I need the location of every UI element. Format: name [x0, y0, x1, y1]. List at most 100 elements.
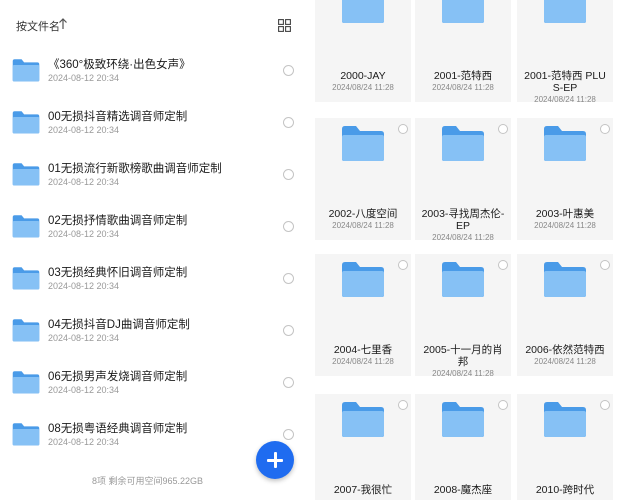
select-checkbox[interactable]: [498, 124, 508, 134]
select-checkbox[interactable]: [600, 400, 610, 410]
folder-date: 2024-08-12 20:34: [48, 333, 120, 343]
folder-name: S-EP: [552, 82, 578, 94]
folder-date: 2024-08-12 20:34: [48, 437, 120, 447]
folder-icon: [543, 400, 587, 438]
list-item[interactable]: 01无损流行新歌榜歌曲调音师定制 2024-08-12 20:34: [0, 152, 309, 204]
select-checkbox[interactable]: [283, 221, 294, 232]
folder-name: 02无损抒情歌曲调音师定制: [48, 215, 188, 227]
folder-name: 01无损流行新歌榜歌曲调音师定制: [48, 163, 222, 175]
folder-date: 2024/08/24 11:28: [432, 369, 494, 378]
folder-icon: [441, 400, 485, 438]
folder-icon: [341, 260, 385, 298]
folder-tile[interactable]: 2003-寻找周杰伦- EP 2024/08/24 11:28: [415, 118, 511, 242]
folder-date: 2024/08/24 11:28: [432, 83, 494, 92]
folder-name: 2010-跨时代: [535, 484, 595, 496]
select-checkbox[interactable]: [398, 260, 408, 270]
folder-name: 2006-依然范特西: [525, 344, 605, 356]
folder-date: 2024/08/24 11:28: [332, 357, 394, 366]
folder-date: 2024-08-12 20:34: [48, 73, 120, 83]
folder-date: 2024/08/24 11:28: [534, 221, 596, 230]
select-checkbox[interactable]: [283, 169, 294, 180]
folder-tile[interactable]: 2001-范特西 PLU S-EP 2024/08/24 11:28: [517, 0, 613, 104]
folder-name: 2004-七里香: [333, 344, 393, 356]
folder-date: 2024/08/24 11:28: [332, 83, 394, 92]
select-checkbox[interactable]: [283, 117, 294, 128]
folder-name: 2001-范特西 PLU: [524, 70, 606, 82]
select-checkbox[interactable]: [498, 400, 508, 410]
folder-name: 《360°极致环绕·出色女声》: [48, 59, 191, 71]
folder-icon: [441, 0, 485, 24]
folder-icon: [12, 266, 40, 290]
folder-tile[interactable]: 2000-JAY 2024/08/24 11:28: [315, 0, 411, 102]
grid-view-icon[interactable]: [278, 19, 291, 32]
folder-tile[interactable]: 2006-依然范特西 2024/08/24 11:28: [517, 254, 613, 376]
list-item[interactable]: 02无损抒情歌曲调音师定制 2024-08-12 20:34: [0, 204, 309, 256]
folder-icon: [12, 58, 40, 82]
folder-tile[interactable]: 2010-跨时代: [517, 394, 613, 500]
folder-date: 2024/08/24 11:28: [432, 233, 494, 242]
folder-tile[interactable]: 2002-八度空间 2024/08/24 11:28: [315, 118, 411, 240]
add-button[interactable]: [256, 441, 294, 479]
list-item[interactable]: 03无损经典怀旧调音师定制 2024-08-12 20:34: [0, 256, 309, 308]
select-checkbox[interactable]: [398, 400, 408, 410]
folder-name: 2007-我很忙: [333, 484, 393, 496]
folder-name: 06无损男声发烧调音师定制: [48, 371, 188, 383]
folder-tile[interactable]: 2007-我很忙: [315, 394, 411, 500]
folder-tile[interactable]: 2004-七里香 2024/08/24 11:28: [315, 254, 411, 376]
select-checkbox[interactable]: [283, 65, 294, 76]
select-checkbox[interactable]: [283, 377, 294, 388]
folder-name: 2003-寻找周杰伦-: [421, 208, 505, 220]
list-item[interactable]: 06无损男声发烧调音师定制 2024-08-12 20:34: [0, 360, 309, 412]
storage-status: 8项 剩余可用空间965.22GB: [92, 476, 204, 486]
folder-tile[interactable]: 2003-叶惠美 2024/08/24 11:28: [517, 118, 613, 240]
folder-tile[interactable]: 2001-范特西 2024/08/24 11:28: [415, 0, 511, 102]
sort-by-name-button[interactable]: 按文件名: [16, 18, 60, 34]
select-checkbox[interactable]: [600, 124, 610, 134]
folder-date: 2024-08-12 20:34: [48, 229, 120, 239]
file-list-pane: 按文件名 《360°极致环绕·出色女声》 2024-08-12 20:34 00无…: [0, 0, 309, 500]
folder-icon: [543, 124, 587, 162]
folder-icon: [441, 260, 485, 298]
plus-icon-stroke: [274, 452, 277, 468]
folder-icon: [341, 124, 385, 162]
folder-icon: [543, 260, 587, 298]
folder-icon: [12, 110, 40, 134]
folder-icon: [341, 400, 385, 438]
list-item[interactable]: 《360°极致环绕·出色女声》 2024-08-12 20:34: [0, 48, 309, 100]
folder-icon: [441, 124, 485, 162]
select-checkbox[interactable]: [498, 260, 508, 270]
folder-icon: [12, 370, 40, 394]
folder-name: 邦: [457, 356, 469, 368]
folder-icon: [12, 318, 40, 342]
select-checkbox[interactable]: [283, 429, 294, 440]
select-checkbox[interactable]: [283, 325, 294, 336]
folder-date: 2024-08-12 20:34: [48, 125, 120, 135]
folder-date: 2024/08/24 11:28: [534, 95, 596, 104]
folder-date: 2024-08-12 20:34: [48, 177, 120, 187]
select-checkbox[interactable]: [398, 124, 408, 134]
select-checkbox[interactable]: [600, 260, 610, 270]
list-item[interactable]: 04无损抖音DJ曲调音师定制 2024-08-12 20:34: [0, 308, 309, 360]
folder-name: 2000-JAY: [340, 70, 386, 82]
folder-tile[interactable]: 2008-魔杰座: [415, 394, 511, 500]
folder-icon: [12, 422, 40, 446]
list-item[interactable]: 00无损抖音精选调音师定制 2024-08-12 20:34: [0, 100, 309, 152]
folder-name: 2008-魔杰座: [433, 484, 493, 496]
folder-name: 2001-范特西: [433, 70, 493, 82]
select-checkbox[interactable]: [283, 273, 294, 284]
folder-name: EP: [455, 220, 470, 232]
folder-tile[interactable]: 2005-十一月的肖邦 2024/08/24 11:28: [415, 254, 511, 378]
folder-icon: [12, 162, 40, 186]
list-header: 按文件名: [0, 0, 309, 52]
folder-name: 08无损粤语经典调音师定制: [48, 423, 188, 435]
folder-date: 2024/08/24 11:28: [534, 357, 596, 366]
folder-icon: [12, 214, 40, 238]
folder-name: 03无损经典怀旧调音师定制: [48, 267, 188, 279]
folder-date: 2024-08-12 20:34: [48, 385, 120, 395]
folder-name: 2002-八度空间: [328, 208, 398, 220]
folder-grid-pane: 2000-JAY 2024/08/24 11:28 2001-范特西 2024/08…: [309, 0, 618, 500]
folder-date: 2024-08-12 20:34: [48, 281, 120, 291]
folder-name: 00无损抖音精选调音师定制: [48, 111, 188, 123]
arrow-up-icon[interactable]: [58, 17, 68, 31]
folder-icon: [543, 0, 587, 24]
